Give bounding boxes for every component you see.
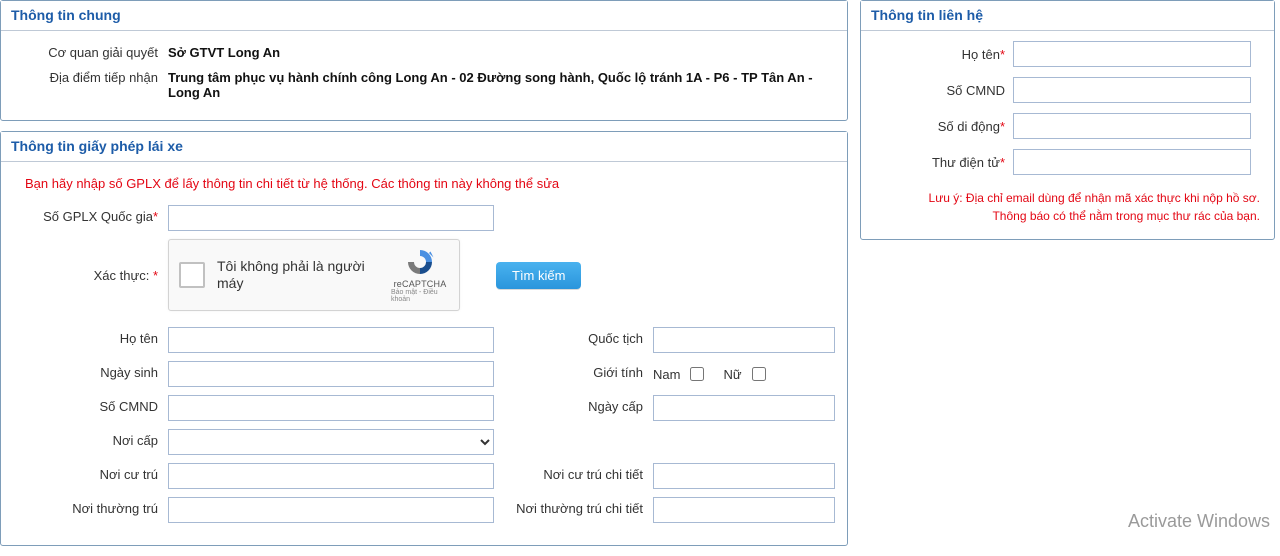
fullname-label: Họ tên bbox=[13, 327, 168, 353]
recaptcha-icon bbox=[405, 247, 435, 277]
agency-label: Cơ quan giải quyết bbox=[13, 41, 168, 60]
captcha-label: Xác thực: * bbox=[13, 268, 168, 283]
permanent-detail-input[interactable] bbox=[653, 497, 835, 523]
dob-input[interactable] bbox=[168, 361, 494, 387]
nationality-input[interactable] bbox=[653, 327, 835, 353]
permanent-label: Nơi thường trú bbox=[13, 497, 168, 523]
contact-mobile-input[interactable] bbox=[1013, 113, 1251, 139]
gplx-input[interactable] bbox=[168, 205, 494, 231]
gender-label: Giới tính bbox=[513, 361, 653, 387]
permanent-input[interactable] bbox=[168, 497, 494, 523]
contact-fullname-label: Họ tên* bbox=[873, 47, 1013, 62]
gplx-label: Số GPLX Quốc gia* bbox=[13, 205, 168, 231]
search-button[interactable]: Tìm kiếm bbox=[496, 262, 581, 289]
recaptcha-text: Tôi không phải là người máy bbox=[217, 258, 391, 293]
gender-male-checkbox[interactable] bbox=[690, 367, 704, 381]
license-info-panel: Thông tin giấy phép lái xe Bạn hãy nhập … bbox=[0, 131, 848, 546]
location-value: Trung tâm phục vụ hành chính công Long A… bbox=[168, 66, 835, 100]
recaptcha-terms: Bảo mật - Điều khoản bbox=[391, 289, 449, 303]
issuedate-label: Ngày cấp bbox=[513, 395, 653, 421]
contact-idnum-label: Số CMND bbox=[873, 83, 1013, 98]
license-hint: Bạn hãy nhập số GPLX để lấy thông tin ch… bbox=[25, 176, 835, 191]
issuedate-input[interactable] bbox=[653, 395, 835, 421]
contact-email-input[interactable] bbox=[1013, 149, 1251, 175]
issueplace-label: Nơi cấp bbox=[13, 429, 168, 455]
general-info-title: Thông tin chung bbox=[1, 1, 847, 31]
nationality-label: Quốc tịch bbox=[513, 327, 653, 353]
contact-info-title: Thông tin liên hệ bbox=[861, 1, 1274, 31]
residence-detail-label: Nơi cư trú chi tiết bbox=[513, 463, 653, 489]
recaptcha-brand: reCAPTCHA bbox=[394, 279, 447, 289]
gender-female-label: Nữ bbox=[723, 367, 741, 382]
gender-male-label: Nam bbox=[653, 367, 680, 382]
license-info-title: Thông tin giấy phép lái xe bbox=[1, 132, 847, 162]
contact-idnum-input[interactable] bbox=[1013, 77, 1251, 103]
location-label: Địa điểm tiếp nhận bbox=[13, 66, 168, 85]
contact-note: Lưu ý: Địa chỉ email dùng để nhận mã xác… bbox=[873, 185, 1262, 225]
issueplace-select[interactable] bbox=[168, 429, 494, 455]
recaptcha-checkbox[interactable] bbox=[179, 262, 205, 288]
residence-detail-input[interactable] bbox=[653, 463, 835, 489]
recaptcha-widget[interactable]: Tôi không phải là người máy reCAP bbox=[168, 239, 460, 311]
residence-input[interactable] bbox=[168, 463, 494, 489]
dob-label: Ngày sinh bbox=[13, 361, 168, 387]
agency-value: Sở GTVT Long An bbox=[168, 41, 835, 60]
idnum-label: Số CMND bbox=[13, 395, 168, 421]
residence-label: Nơi cư trú bbox=[13, 463, 168, 489]
permanent-detail-label: Nơi thường trú chi tiết bbox=[513, 497, 653, 523]
contact-info-panel: Thông tin liên hệ Họ tên* Số CMND Số di … bbox=[860, 0, 1275, 240]
contact-email-label: Thư điện tử* bbox=[873, 155, 1013, 170]
gender-female-checkbox[interactable] bbox=[752, 367, 766, 381]
fullname-input[interactable] bbox=[168, 327, 494, 353]
contact-mobile-label: Số di động* bbox=[873, 119, 1013, 134]
general-info-panel: Thông tin chung Cơ quan giải quyết Sở GT… bbox=[0, 0, 848, 121]
idnum-input[interactable] bbox=[168, 395, 494, 421]
contact-fullname-input[interactable] bbox=[1013, 41, 1251, 67]
